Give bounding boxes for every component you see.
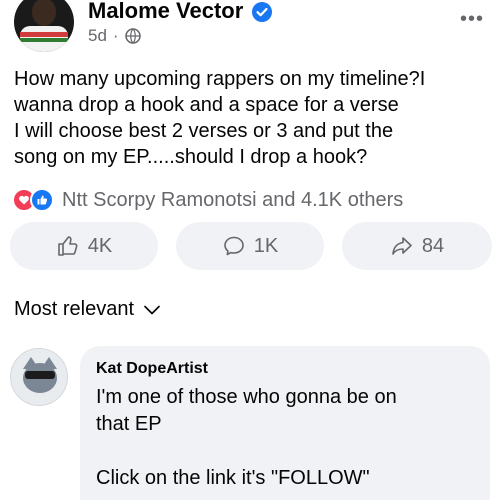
comment-sort-dropdown[interactable]: Most relevant bbox=[14, 298, 160, 321]
comment-button[interactable]: 1K bbox=[176, 222, 324, 270]
action-bar: 4K 1K 84 bbox=[10, 222, 492, 270]
comment-icon bbox=[223, 236, 244, 256]
avatar-stripe bbox=[20, 32, 68, 37]
like-button[interactable]: 4K bbox=[10, 222, 158, 270]
comment-bubble: Kat DopeArtist I'm one of those who gonn… bbox=[80, 346, 490, 500]
more-options-icon[interactable]: ••• bbox=[460, 8, 484, 31]
comment-count: 1K bbox=[253, 234, 279, 257]
post-time[interactable]: 5d bbox=[88, 26, 107, 46]
comment-text: I'm one of those who gonna be on that EP… bbox=[96, 386, 397, 489]
verified-badge-icon bbox=[252, 2, 272, 22]
meta-separator: · bbox=[112, 26, 119, 45]
avatar-face bbox=[32, 0, 56, 26]
sort-label: Most relevant bbox=[14, 298, 135, 320]
avatar-glasses bbox=[25, 371, 55, 379]
globe-icon bbox=[124, 28, 141, 44]
share-icon bbox=[392, 237, 412, 255]
post-meta: 5d · bbox=[88, 26, 141, 46]
avatar-stripe bbox=[20, 38, 68, 42]
like-icon bbox=[30, 188, 54, 212]
comment-author[interactable]: Kat DopeArtist bbox=[96, 360, 208, 378]
share-count: 84 bbox=[421, 234, 445, 257]
author-avatar[interactable] bbox=[14, 0, 74, 52]
author-name[interactable]: Malome Vector bbox=[88, 0, 243, 24]
reactions-summary[interactable]: Ntt Scorpy Ramonotsi and 4.1K others bbox=[12, 186, 403, 214]
chevron-down-icon bbox=[144, 305, 160, 314]
commenter-avatar[interactable] bbox=[10, 348, 68, 406]
share-button[interactable]: 84 bbox=[342, 222, 492, 270]
reactions-label[interactable]: Ntt Scorpy Ramonotsi and 4.1K others bbox=[62, 189, 403, 212]
post-text: How many upcoming rappers on my timeline… bbox=[14, 68, 426, 168]
thumbs-up-icon bbox=[57, 236, 78, 256]
post-header: Malome Vector 5d · ••• bbox=[0, 0, 500, 62]
like-count: 4K bbox=[87, 234, 113, 257]
